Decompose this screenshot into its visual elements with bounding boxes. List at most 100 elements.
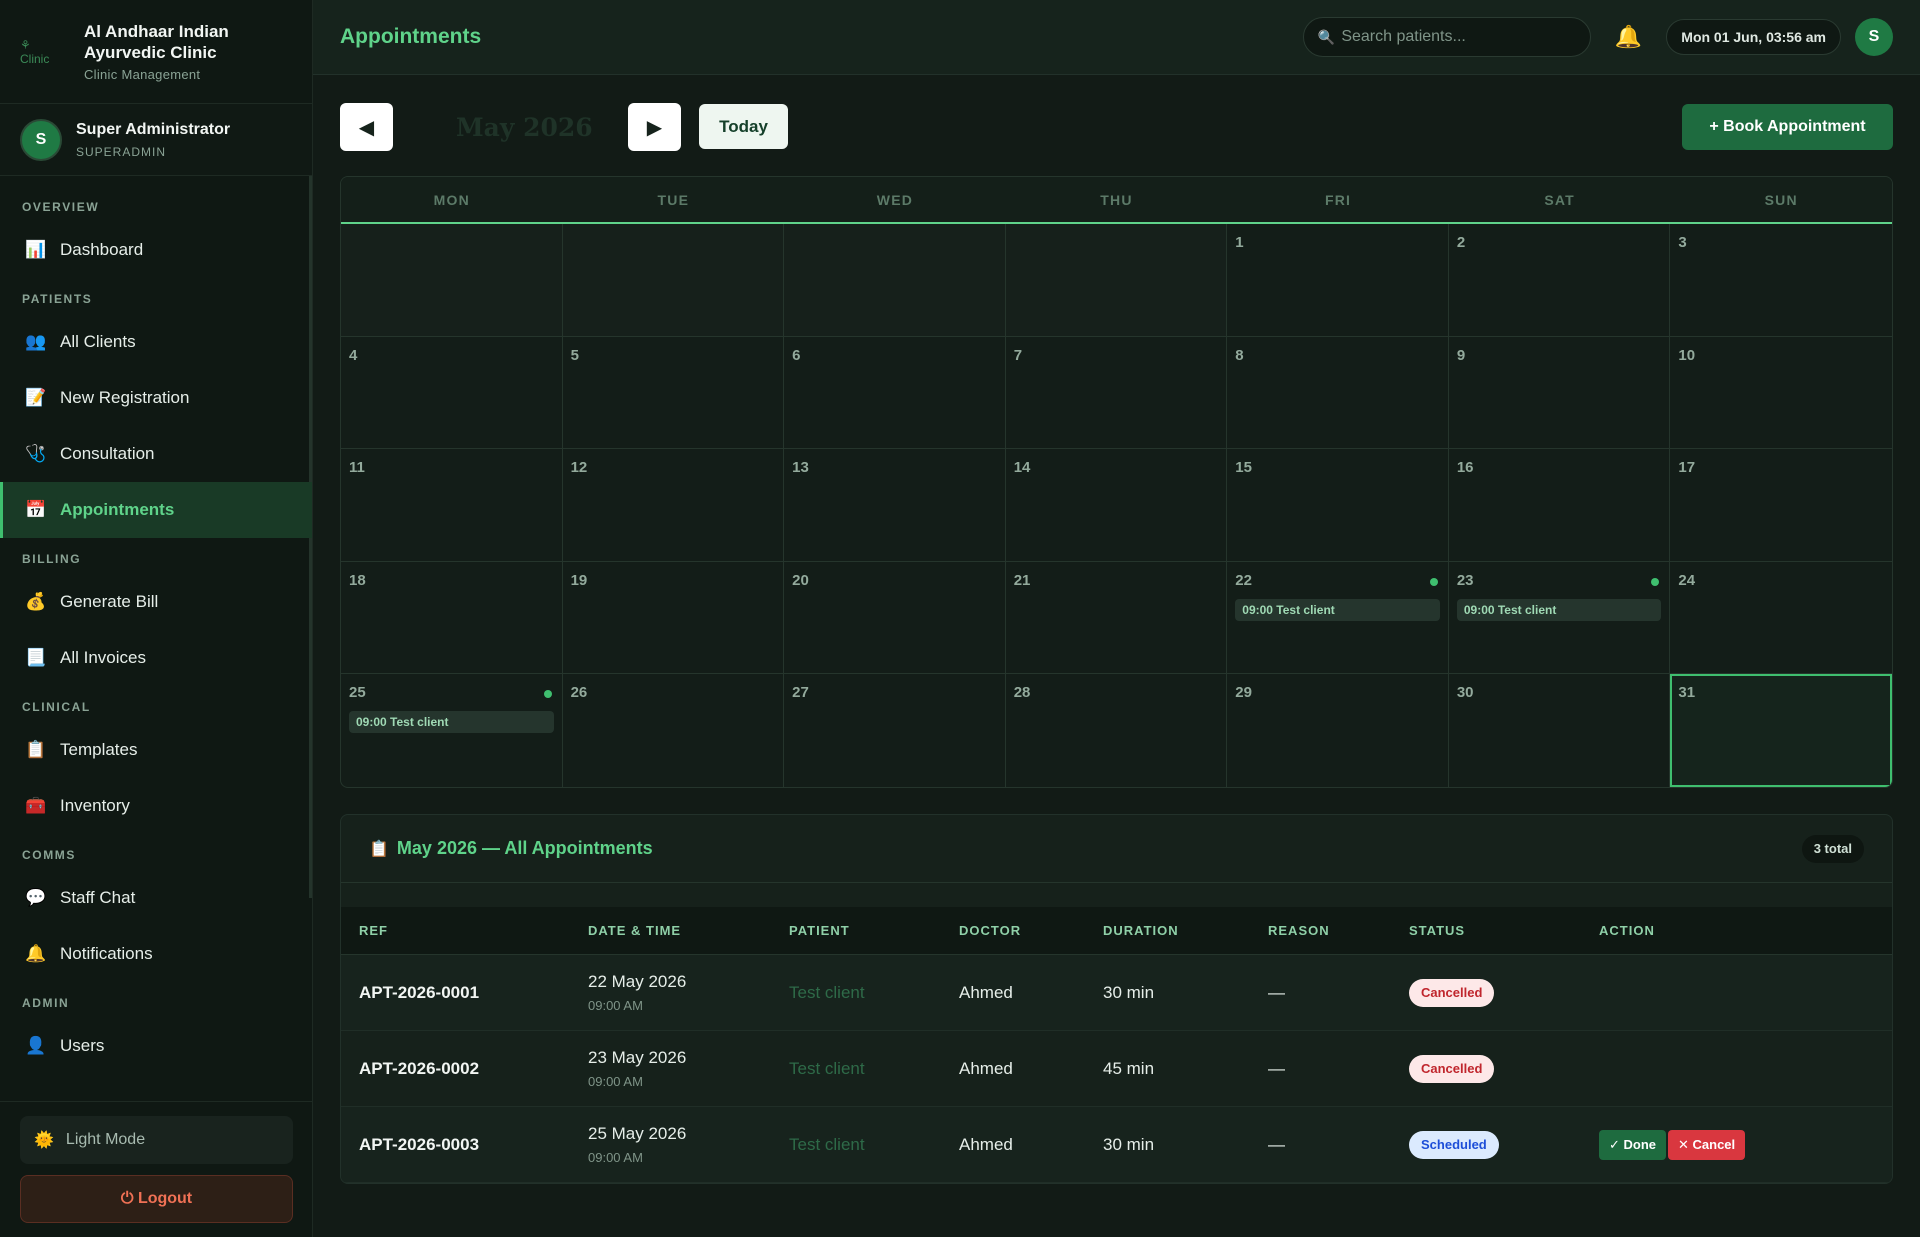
search-input[interactable]: 🔍 Search patients... — [1302, 17, 1591, 57]
calendar-day-cell[interactable]: 1 — [1227, 224, 1449, 337]
all-clients-icon: 👥 — [25, 332, 47, 351]
calendar-empty-cell — [1005, 224, 1228, 337]
calendar-day-cell[interactable]: 18 — [341, 561, 563, 675]
sidebar-item-label: Dashboard — [60, 240, 144, 259]
mark-done-button[interactable]: ✓ Done — [1599, 1129, 1667, 1160]
sidebar-item-users[interactable]: 👤 Users — [0, 1018, 312, 1074]
calendar-day-cell[interactable]: 28 — [1006, 674, 1228, 787]
calendar-day-cell[interactable]: 19 — [562, 561, 785, 675]
calendar-event[interactable]: 09:00 Test client — [1235, 598, 1440, 621]
column-header: DURATION — [1103, 923, 1179, 938]
nav-section-title: BILLING — [22, 552, 82, 566]
duration-value: 30 min — [1103, 982, 1155, 1002]
sidebar-item-all-invoices[interactable]: 📃 All Invoices — [0, 630, 312, 686]
clipboard-icon: 📋 — [369, 841, 389, 858]
logout-button[interactable]: ⏻ Logout — [20, 1175, 293, 1223]
calendar-day-cell[interactable]: 2 — [1448, 224, 1671, 337]
sidebar: ⚘ Clinic Al Andhaar Indian Ayurvedic Cli… — [0, 0, 313, 1237]
today-button[interactable]: Today — [699, 104, 788, 149]
month-calendar: MON TUE WED THU FRI SAT SUN 1 2 3 4 5 6 7 8 9 10 11 12 13 1… — [340, 176, 1893, 788]
book-appointment-button[interactable]: + Book Appointment — [1682, 104, 1893, 150]
ref-cell: APT-2026-0002 — [341, 1059, 588, 1079]
weekday-label: TUE — [657, 191, 690, 208]
calendar-day-cell[interactable]: 8 — [1227, 336, 1449, 450]
calendar-day-cell[interactable]: 9 — [1448, 336, 1671, 450]
calendar-day-cell[interactable]: 17 — [1670, 449, 1892, 562]
calendar-day-cell[interactable]: 10 — [1670, 337, 1892, 450]
ref-cell: APT-2026-0003 — [341, 1135, 588, 1155]
calendar-day-cell[interactable]: 29 — [1227, 674, 1449, 787]
calendar-day-cell[interactable]: 5 — [562, 336, 785, 450]
cancel-appointment-button[interactable]: ✕ Cancel — [1668, 1129, 1746, 1160]
calendar-day-cell[interactable]: 23 09:00 Test client — [1448, 561, 1671, 675]
calendar-event[interactable]: 09:00 Test client — [349, 711, 554, 734]
dashboard-icon: 📊 — [25, 240, 47, 259]
sidebar-item-generate-bill[interactable]: 💰 Generate Bill — [0, 574, 312, 630]
previous-month-button[interactable]: ◀ — [340, 103, 393, 151]
day-number: 20 — [792, 571, 809, 589]
duration-value: 45 min — [1103, 1058, 1155, 1078]
patient-link[interactable]: Test client — [789, 1059, 865, 1078]
calendar-day-cell[interactable]: 14 — [1005, 449, 1228, 562]
calendar-day-cell[interactable]: 15 — [1227, 449, 1449, 562]
weekday-header: MON TUE WED THU FRI SAT SUN — [341, 177, 1892, 224]
calendar-day-cell[interactable]: 6 — [784, 336, 1006, 450]
sidebar-item-inventory[interactable]: 🧰 Inventory — [0, 778, 312, 834]
calendar-day-cell[interactable]: 12 — [562, 449, 785, 562]
duration-cell: 30 min — [1103, 983, 1268, 1003]
clinic-logo: ⚘ Clinic — [20, 37, 50, 66]
calendar-day-cell[interactable]: 20 — [784, 561, 1006, 675]
calendar-day-cell[interactable]: 13 — [784, 449, 1006, 562]
calendar-day-cell[interactable]: 30 — [1449, 674, 1671, 787]
calendar-empty-cell — [784, 224, 1006, 337]
notifications-icon: 🔔 — [25, 944, 47, 963]
patient-link[interactable]: Test client — [789, 1135, 865, 1154]
calendar-day-cell[interactable]: 7 — [1005, 336, 1228, 450]
calendar-day-cell[interactable]: 31 — [1670, 674, 1892, 787]
sidebar-item-templates[interactable]: 📋 Templates — [0, 722, 312, 778]
sidebar-item-all-clients[interactable]: 👥 All Clients — [0, 314, 312, 370]
duration-value: 30 min — [1103, 1134, 1155, 1154]
calendar-day-cell[interactable]: 11 — [341, 449, 563, 562]
doctor-name: Ahmed — [959, 1058, 1013, 1078]
clinic-subtitle: Clinic Management — [83, 67, 201, 82]
appointment-date: 23 May 2026 — [588, 1048, 687, 1067]
next-month-button[interactable]: ▶ — [628, 103, 681, 151]
table-header: REF DATE & TIME PATIENT DOCTOR DURATION REASO… — [341, 907, 1892, 955]
calendar-event[interactable]: 09:00 Test client — [1456, 598, 1662, 621]
sidebar-item-new-registration[interactable]: 📝 New Registration — [0, 370, 312, 426]
sidebar-item-label: Generate Bill — [60, 592, 159, 611]
appointment-ref: APT-2026-0001 — [359, 982, 480, 1002]
weekday-label: THU — [1100, 191, 1133, 208]
column-header: ACTION — [1599, 923, 1655, 938]
day-number: 5 — [570, 346, 579, 364]
patient-link[interactable]: Test client — [789, 983, 865, 1002]
calendar-day-cell[interactable]: 25 09:00 Test client — [341, 674, 563, 787]
calendar-day-cell[interactable]: 24 — [1670, 562, 1892, 675]
sidebar-item-label: Inventory — [60, 796, 130, 815]
sidebar-item-staff-chat[interactable]: 💬 Staff Chat — [0, 870, 312, 926]
sidebar-item-label: Consultation — [60, 444, 155, 463]
day-number: 3 — [1678, 234, 1687, 251]
day-number: 19 — [570, 571, 588, 589]
bell-icon[interactable]: 🔔 — [1615, 24, 1642, 50]
appointment-time: 09:00 AM — [588, 998, 643, 1013]
current-month-label: May 2026 — [456, 113, 593, 142]
calendar-day-cell[interactable]: 21 — [1005, 561, 1228, 675]
calendar-day-cell[interactable]: 4 — [341, 336, 563, 450]
day-number: 14 — [1013, 459, 1031, 477]
sidebar-item-notifications[interactable]: 🔔 Notifications — [0, 926, 312, 982]
calendar-day-cell[interactable]: 26 — [563, 674, 785, 787]
sidebar-item-dashboard[interactable]: 📊 Dashboard — [0, 222, 312, 278]
light-mode-toggle[interactable]: 🌞 Light Mode — [20, 1116, 293, 1164]
calendar-day-cell[interactable]: 16 — [1448, 449, 1671, 562]
avatar[interactable]: S — [1855, 18, 1893, 56]
day-number: 6 — [792, 346, 801, 364]
sidebar-item-consultation[interactable]: 🩺 Consultation — [0, 426, 312, 482]
calendar-day-cell[interactable]: 3 — [1670, 224, 1892, 337]
day-number: 24 — [1678, 571, 1696, 589]
column-header: PATIENT — [789, 923, 850, 938]
calendar-day-cell[interactable]: 22 09:00 Test client — [1227, 561, 1449, 675]
sidebar-item-appointments[interactable]: 📅 Appointments — [0, 482, 312, 538]
calendar-day-cell[interactable]: 27 — [784, 674, 1006, 787]
